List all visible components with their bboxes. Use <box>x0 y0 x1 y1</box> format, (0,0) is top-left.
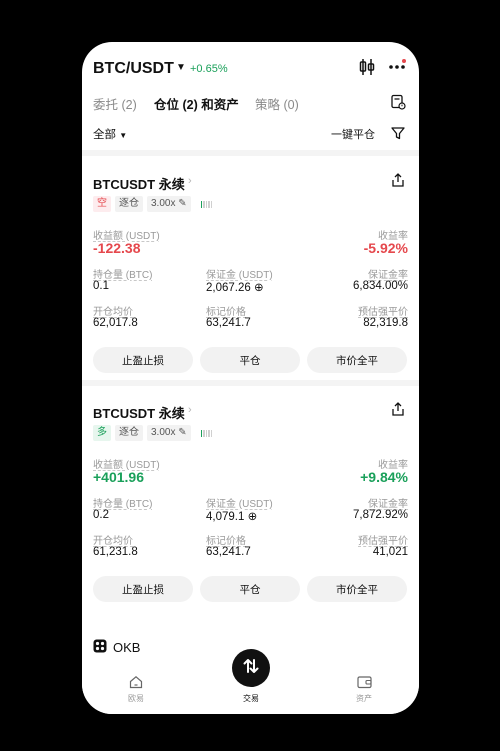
mark-label: 标记价格 <box>206 536 246 547</box>
divider <box>82 150 419 156</box>
side-badge: 空 <box>93 196 111 212</box>
trade-fab-button[interactable] <box>232 649 270 687</box>
leverage-value: 3.00x <box>151 427 176 438</box>
margin-value: 2,067.26 ⊕ <box>206 280 264 294</box>
pair-selector[interactable]: BTC/USDT <box>93 60 174 78</box>
tab-strategies[interactable]: 策略 (0) <box>255 94 299 113</box>
add-margin-icon[interactable]: ⊕ <box>254 282 264 294</box>
margin-ratio-value: 6,834.00% <box>353 280 408 292</box>
share-icon[interactable] <box>390 172 408 190</box>
divider <box>82 380 419 386</box>
roe-value: +9.84% <box>360 469 408 485</box>
asset-row[interactable]: OKB <box>93 639 140 656</box>
nav-trade-label: 交易 <box>243 694 259 703</box>
margin-amount: 4,079.1 <box>206 511 245 523</box>
margin-ratio-label: 保证金率 <box>368 270 408 281</box>
entry-label: 开仓均价 <box>93 536 133 547</box>
close-position-button[interactable]: 平仓 <box>200 347 300 373</box>
wallet-icon <box>334 675 394 691</box>
margin-label: 保证金 (USDT) <box>206 499 273 510</box>
margin-mode-badge: 逐仓 <box>115 425 143 441</box>
close-all-button[interactable]: 一键平仓 <box>331 126 375 142</box>
leverage-badge[interactable]: 3.00x ✎ <box>147 196 191 212</box>
position-card: BTCUSDT 永续 › 空 逐仓 3.00x ✎ 收益额 (USDT) -12… <box>82 172 419 374</box>
adl-indicator <box>200 429 213 437</box>
history-icon[interactable] <box>387 91 409 113</box>
filter-row: 全部 ▼ 一键平仓 <box>82 124 419 146</box>
add-margin-icon[interactable]: ⊕ <box>248 511 258 523</box>
tab-orders[interactable]: 委托 (2) <box>93 94 137 113</box>
liq-value: 41,021 <box>372 546 408 558</box>
roe-value: -5.92% <box>363 240 408 256</box>
margin-mode-badge: 逐仓 <box>115 196 143 212</box>
leverage-value: 3.00x <box>151 198 176 209</box>
caret-down-icon[interactable]: ▼ <box>176 62 186 73</box>
position-tabs: 委托 (2) 仓位 (2) 和资产 策略 (0) <box>82 94 419 118</box>
edit-icon: ✎ <box>178 427 187 438</box>
price-change: +0.65% <box>190 63 228 75</box>
caret-down-icon: ▼ <box>119 131 128 140</box>
filter-icon[interactable] <box>387 122 409 144</box>
asset-name: OKB <box>113 640 141 655</box>
header: BTC/USDT ▼ +0.65% <box>82 42 419 92</box>
side-badge: 多 <box>93 425 111 441</box>
position-tags: 空 逐仓 3.00x ✎ <box>93 196 213 212</box>
liq-label: 预估强平价 <box>358 307 408 318</box>
nav-home-label: 欧易 <box>128 694 144 703</box>
chevron-right-icon[interactable]: › <box>188 404 192 416</box>
okb-logo-icon <box>93 639 107 656</box>
contract-title[interactable]: BTCUSDT 永续 <box>93 174 185 193</box>
leverage-badge[interactable]: 3.00x ✎ <box>147 425 191 441</box>
tab-positions[interactable]: 仓位 (2) 和资产 <box>154 94 239 113</box>
size-value: 0.1 <box>93 280 109 292</box>
margin-value: 4,079.1 ⊕ <box>206 509 257 523</box>
share-icon[interactable] <box>390 401 408 419</box>
size-value: 0.2 <box>93 509 109 521</box>
entry-value: 62,017.8 <box>93 317 138 329</box>
entry-label: 开仓均价 <box>93 307 133 318</box>
edit-icon: ✎ <box>178 198 187 209</box>
contract-title[interactable]: BTCUSDT 永续 <box>93 403 185 422</box>
close-position-button[interactable]: 平仓 <box>200 576 300 602</box>
liq-label: 预估强平价 <box>358 536 408 547</box>
position-tags: 多 逐仓 3.00x ✎ <box>93 425 213 441</box>
mark-label: 标记价格 <box>206 307 246 318</box>
notification-dot <box>402 59 406 63</box>
pnl-value: +401.96 <box>93 469 144 485</box>
adl-indicator <box>200 200 213 208</box>
nav-assets[interactable]: 资产 <box>334 675 394 704</box>
nav-assets-label: 资产 <box>356 694 372 703</box>
margin-amount: 2,067.26 <box>206 282 251 294</box>
margin-ratio-value: 7,872.92% <box>353 509 408 521</box>
market-close-all-button[interactable]: 市价全平 <box>307 347 407 373</box>
margin-label: 保证金 (USDT) <box>206 270 273 281</box>
position-card: BTCUSDT 永续 › 多 逐仓 3.00x ✎ 收益额 (USDT) +40… <box>82 401 419 603</box>
size-label: 持仓量 (BTC) <box>93 270 153 281</box>
app-screen: BTC/USDT ▼ +0.65% 委托 (2) 仓位 (2) 和资产 策略 (… <box>82 42 419 714</box>
filter-all-label: 全部 <box>93 129 116 141</box>
candlestick-chart-icon[interactable] <box>356 56 378 78</box>
size-label: 持仓量 (BTC) <box>93 499 153 510</box>
filter-all-dropdown[interactable]: 全部 ▼ <box>93 126 127 142</box>
tp-sl-button[interactable]: 止盈止损 <box>93 347 193 373</box>
nav-home[interactable]: 欧易 <box>106 675 166 704</box>
mark-value: 63,241.7 <box>206 317 251 329</box>
tp-sl-button[interactable]: 止盈止损 <box>93 576 193 602</box>
swap-arrows-icon <box>242 657 260 680</box>
mark-value: 63,241.7 <box>206 546 251 558</box>
home-icon <box>106 675 166 691</box>
liq-value: 82,319.8 <box>363 317 408 329</box>
chevron-right-icon[interactable]: › <box>188 175 192 187</box>
entry-value: 61,231.8 <box>93 546 138 558</box>
market-close-all-button[interactable]: 市价全平 <box>307 576 407 602</box>
margin-ratio-label: 保证金率 <box>368 499 408 510</box>
pnl-value: -122.38 <box>93 240 141 256</box>
